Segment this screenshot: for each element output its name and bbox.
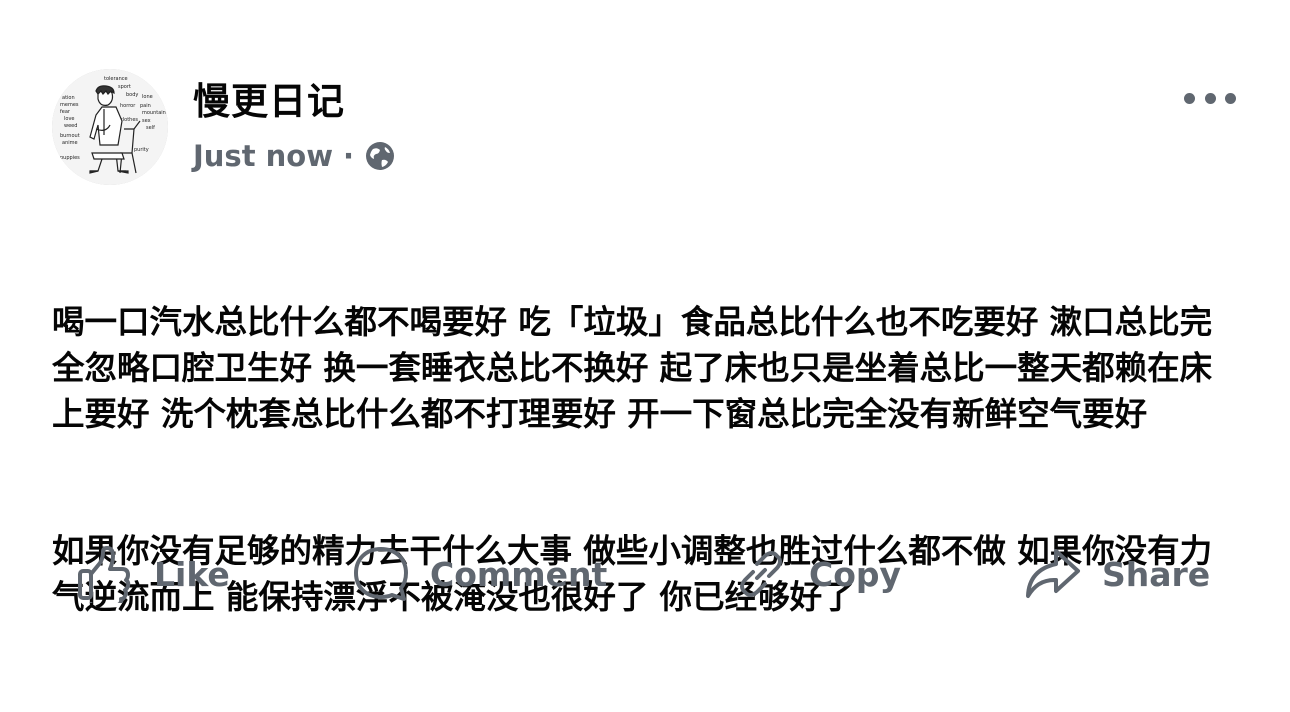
comment-label: Comment <box>430 554 608 594</box>
author-avatar[interactable]: tolerance sport body lone horror pain mo… <box>52 69 168 185</box>
avatar-word: weed <box>64 123 77 129</box>
avatar-word: clothes <box>120 117 138 123</box>
avatar-word: mountain <box>142 110 166 116</box>
post-paragraph: 喝一口汽水总比什么都不喝要好 吃「垃圾」食品总比什么也不吃要好 漱口总比完全忽略… <box>52 303 1213 433</box>
action-bar: Like Comment Copy Share <box>0 536 1290 612</box>
avatar-word: puppies <box>60 155 80 161</box>
more-dots-icon <box>1184 92 1195 104</box>
avatar-word: sex <box>142 118 151 124</box>
more-dots-icon <box>1225 92 1236 104</box>
more-options-button[interactable] <box>1184 86 1236 110</box>
more-dots-icon <box>1204 92 1216 104</box>
post-card: tolerance sport body lone horror pain mo… <box>0 0 1290 640</box>
timestamp[interactable]: Just now <box>193 139 333 173</box>
like-button[interactable]: Like <box>76 536 230 612</box>
avatar-word: love <box>64 116 74 122</box>
globe-icon[interactable] <box>364 140 396 172</box>
avatar-word: sport <box>118 84 131 90</box>
avatar-word: pain <box>140 103 151 109</box>
avatar-word: horror <box>120 103 136 109</box>
post-text: 喝一口汽水总比什么都不喝要好 吃「垃圾」食品总比什么也不吃要好 漱口总比完全忽略… <box>52 209 1242 712</box>
avatar-word: ation <box>62 95 75 101</box>
share-arrow-icon <box>1022 545 1082 603</box>
avatar-illustration: tolerance sport body lone horror pain mo… <box>52 69 168 185</box>
comment-bubble-icon <box>352 545 410 603</box>
avatar-word: self <box>146 125 155 131</box>
author-name[interactable]: 慢更日记 <box>193 79 345 125</box>
post-meta: Just now · <box>193 137 396 175</box>
share-label: Share <box>1102 554 1211 594</box>
like-label: Like <box>154 554 230 594</box>
share-button[interactable]: Share <box>1022 536 1210 612</box>
avatar-word: body <box>126 92 138 98</box>
avatar-word: lone <box>142 94 153 100</box>
meta-separator: · <box>343 139 355 173</box>
avatar-word: tolerance <box>104 76 128 82</box>
avatar-word: memes <box>60 102 79 108</box>
thumbs-up-icon <box>76 545 134 603</box>
copy-button[interactable]: Copy <box>733 536 901 612</box>
avatar-word: burnout <box>60 133 80 139</box>
copy-label: Copy <box>809 554 902 594</box>
avatar-word: purity <box>134 147 149 153</box>
avatar-word: fear <box>60 109 71 115</box>
link-icon <box>733 546 789 602</box>
comment-button[interactable]: Comment <box>352 536 607 612</box>
avatar-word: anime <box>62 140 78 146</box>
